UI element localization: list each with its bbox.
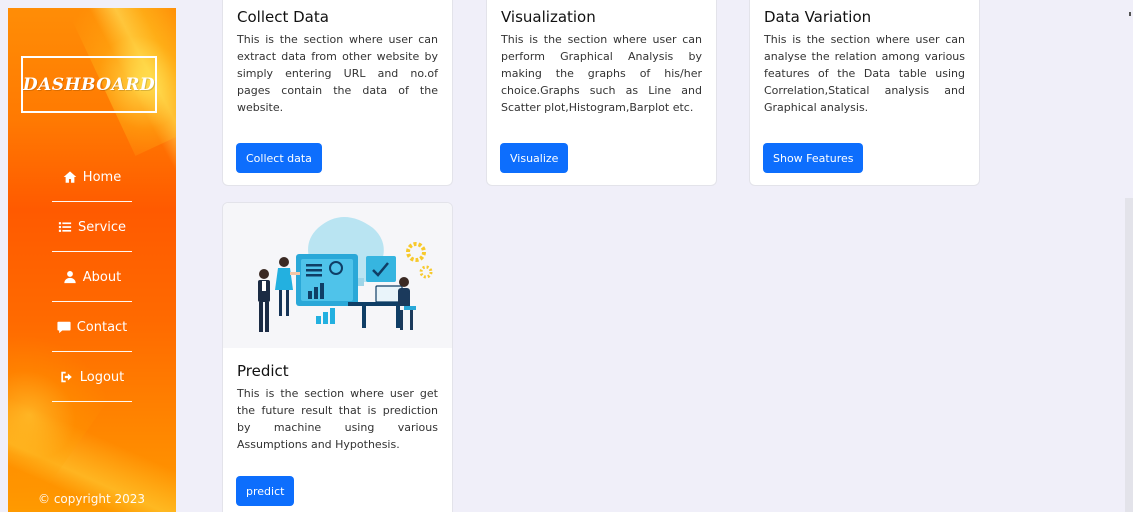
predict-button[interactable]: predict: [236, 476, 295, 506]
scrollbar-arrow[interactable]: [1129, 12, 1131, 16]
sidebar-item-label: Logout: [79, 369, 125, 385]
sidebar-item-label: About: [82, 269, 122, 285]
home-icon: [63, 170, 77, 184]
analytics-team-illustration: [257, 216, 432, 332]
list-icon: [58, 220, 72, 234]
sidebar-item-logout[interactable]: Logout: [8, 352, 176, 402]
card-title: Visualization: [501, 8, 596, 26]
card-predict: Predict This is the section where user g…: [222, 202, 453, 512]
card-data-variation: Data Variation This is the section where…: [749, 0, 980, 186]
sidebar-item-home[interactable]: Home: [8, 152, 176, 202]
card-collect-data: Collect Data This is the section where u…: [222, 0, 453, 186]
sidebar-item-contact[interactable]: Contact: [8, 302, 176, 352]
copyright-text: © copyright 2023: [38, 492, 146, 506]
logout-icon: [60, 370, 74, 384]
card-title: Data Variation: [764, 8, 872, 26]
visualize-button[interactable]: Visualize: [500, 143, 569, 173]
card-description: This is the section where user can extra…: [237, 33, 438, 114]
dashboard-logo: Dashboard: [21, 56, 157, 113]
sidebar-item-label: Contact: [76, 319, 128, 335]
collect-data-button[interactable]: Collect data: [236, 143, 322, 173]
card-visualization: Visualization This is the section where …: [486, 0, 717, 186]
show-features-button[interactable]: Show Features: [763, 143, 864, 173]
card-description: This is the section where user can perfo…: [501, 33, 702, 114]
brand-text: Dashboard: [22, 74, 156, 95]
user-icon: [63, 270, 77, 284]
page-scrollbar[interactable]: [1125, 198, 1133, 512]
card-description: This is the section where user can analy…: [764, 33, 965, 114]
predict-illustration: [223, 203, 452, 348]
sidebar: Dashboard Home Service About: [8, 8, 176, 512]
sidebar-item-label: Service: [77, 219, 127, 235]
sidebar-item-label: Home: [82, 169, 122, 185]
sidebar-item-about[interactable]: About: [8, 252, 176, 302]
sidebar-item-service[interactable]: Service: [8, 202, 176, 252]
card-title: Collect Data: [237, 8, 329, 26]
sidebar-nav: Home Service About Contact Logout: [8, 152, 176, 402]
card-description: This is the section where user get the f…: [237, 387, 438, 451]
card-title: Predict: [237, 362, 289, 380]
chat-icon: [57, 320, 71, 334]
